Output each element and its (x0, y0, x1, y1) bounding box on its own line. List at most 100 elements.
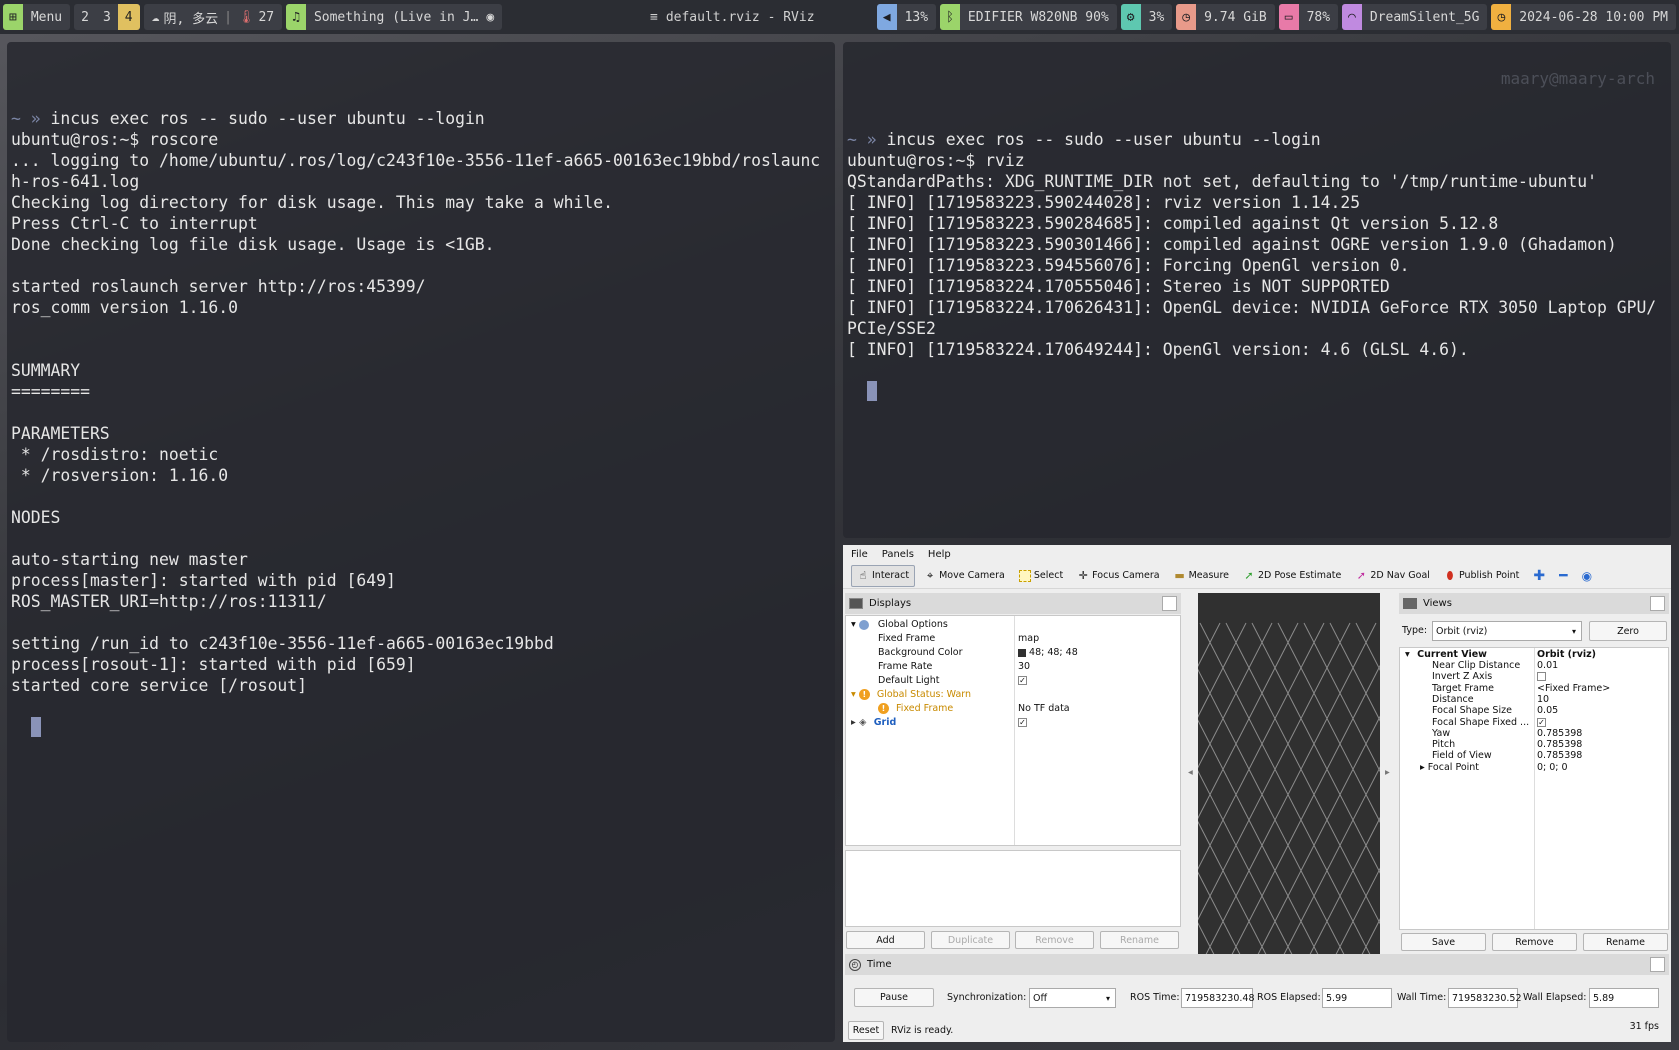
terminal-line-text: Done checking log file disk usage. Usage… (11, 235, 495, 254)
view-prop-value[interactable]: 0; 0; 0 (1537, 762, 1568, 776)
pause-circle-icon[interactable]: ◉ (486, 10, 502, 25)
green-arrow-icon: ➚ (1244, 568, 1254, 582)
rename-display-button[interactable]: Rename (1100, 931, 1179, 949)
grid-line (1198, 668, 1345, 955)
rename-view-button[interactable]: Rename (1583, 933, 1668, 951)
prompt-arrow-icon: ~ » (11, 109, 51, 128)
status-fixed-frame-row[interactable]: ! Fixed Frame (878, 703, 953, 717)
ros-elapsed-field[interactable]: 5.99 (1322, 988, 1392, 1008)
views-close-checkbox[interactable] (1650, 596, 1665, 611)
zero-view-button[interactable]: Zero (1589, 621, 1667, 641)
terminal-line-text: ROS_MASTER_URI=http://ros:11311/ (11, 592, 327, 611)
duplicate-display-button[interactable]: Duplicate (931, 931, 1010, 949)
global-status-row[interactable]: ▾ ! Global Status: Warn (851, 689, 971, 703)
remove-tool-icon[interactable]: ━ (1554, 565, 1572, 587)
left-splitter-arrow-icon[interactable]: ◂ (1188, 767, 1193, 778)
terminal-rviz[interactable]: maary@maary-arch ~ » incus exec ros -- s… (843, 42, 1671, 538)
right-splitter-arrow-icon[interactable]: ▸ (1385, 767, 1390, 778)
fixed-frame-value[interactable]: map (1018, 633, 1039, 647)
eye-icon[interactable]: ◉ (1577, 565, 1597, 587)
warning-icon: ! (858, 689, 870, 700)
tool-2d-pose-estimate[interactable]: ➚ 2D Pose Estimate (1238, 565, 1346, 587)
background-color-field[interactable]: 48; 48; 48 (1018, 647, 1078, 661)
tool-publish-point[interactable]: ⬮ Publish Point (1439, 565, 1524, 587)
default-light-checkbox[interactable]: ✓ (1018, 675, 1027, 689)
terminal-line: started core service [/rosout] (11, 675, 835, 696)
map-pin-icon: ⬮ (1446, 568, 1454, 582)
sync-select[interactable]: Off ▾ (1029, 988, 1116, 1008)
datetime-value: 2024-06-28 10:00 PM (1519, 9, 1668, 25)
global-options-row[interactable]: ▾ Global Options (851, 619, 948, 633)
terminal-line-text: process[rosout-1]: started with pid [659… (11, 655, 416, 674)
clock-widget[interactable]: ◷ 2024-06-28 10:00 PM (1491, 4, 1676, 30)
volume-widget[interactable]: ◀ 13% (876, 4, 937, 30)
terminal-line-text: setting /run_id to c243f10e-3556-11ef-a6… (11, 634, 554, 653)
rviz-toolbar: ☝ Interact ⌖ Move Camera Select ✛ Focus Cam… (843, 563, 1671, 589)
tool-focus-camera[interactable]: ✛ Focus Camera (1072, 565, 1164, 587)
collapse-arrow-icon: ▸ (851, 717, 856, 728)
cloud-icon: ☁ (151, 9, 160, 25)
terminal-line: [ INFO] [1719583223.590244028]: rviz ver… (847, 192, 1671, 213)
view-type-value: Orbit (rviz) (1436, 625, 1488, 637)
bluetooth-widget[interactable]: ᛒ EDIFIER W820NB 90% (940, 4, 1117, 30)
tool-select[interactable]: Select (1014, 565, 1068, 587)
music-note-icon: ♫ (286, 4, 306, 30)
wall-time-field[interactable]: 719583230.52 (1448, 988, 1522, 1008)
terminal-line: * /rosversion: 1.16.0 (11, 465, 835, 486)
grid-display-row[interactable]: ▸ ◈ Grid (851, 717, 896, 731)
render-viewport[interactable] (1198, 593, 1380, 955)
current-view-label: Current View (1417, 649, 1487, 660)
clock-icon: ◷ (1491, 4, 1512, 30)
views-tree: ▾ Current View Orbit (rviz) Near Clip Di… (1399, 647, 1669, 930)
terminal-line-text: NODES (11, 508, 61, 527)
background-color-value: 48; 48; 48 (1029, 647, 1078, 658)
frame-rate-value[interactable]: 30 (1018, 661, 1030, 675)
remove-view-button[interactable]: Remove (1492, 933, 1577, 951)
view-prop-label: Focal Point (1427, 761, 1480, 773)
terminal-roscore[interactable]: ~ » incus exec ros -- sudo --user ubuntu… (7, 42, 835, 1042)
terminal-line-text: [ INFO] [1719583224.170649244]: OpenGl v… (847, 340, 1469, 359)
pause-button[interactable]: Pause (854, 988, 934, 1007)
music-widget[interactable]: ♫ Something (Live in J… ◉ (286, 4, 503, 30)
grid-line (1198, 622, 1273, 769)
checkmark-icon: ✓ (1018, 676, 1027, 685)
tool-move-camera[interactable]: ⌖ Move Camera (919, 565, 1010, 587)
tool-2d-nav-goal[interactable]: ➚ 2D Nav Goal (1350, 565, 1435, 587)
tool-label: Move Camera (939, 570, 1005, 581)
view-type-select[interactable]: Orbit (rviz) ▾ (1432, 621, 1582, 641)
frame-rate-label: Frame Rate (878, 661, 933, 672)
tool-label: Interact (872, 570, 910, 581)
tool-measure[interactable]: ▬ Measure (1169, 565, 1234, 587)
expand-arrow-icon: ▾ (851, 619, 856, 630)
display-description-box (845, 850, 1181, 927)
workspace-4[interactable]: 4 (117, 4, 140, 30)
grid-enabled-checkbox[interactable]: ✓ (1018, 717, 1027, 731)
menu-file[interactable]: File (851, 549, 868, 560)
cpu-chip-icon: ⚙ (1120, 4, 1141, 30)
tool-interact[interactable]: ☝ Interact (851, 564, 916, 587)
wifi-widget[interactable]: ◠ DreamSilent_5G (1342, 4, 1488, 30)
terminal-line: [ INFO] [1719583223.590301466]: compiled… (847, 234, 1671, 255)
save-view-button[interactable]: Save (1401, 933, 1486, 951)
terminal-line: [ INFO] [1719583224.170555046]: Stereo i… (847, 276, 1671, 297)
reset-button[interactable]: Reset (848, 1021, 884, 1040)
menu-segment[interactable]: ⊞ Menu (3, 4, 71, 30)
terminal-host-watermark: maary@maary-arch (1500, 69, 1655, 88)
collapse-arrow-icon: ▸ (1420, 761, 1428, 773)
workspace-3[interactable]: 3 (96, 4, 118, 30)
add-display-button[interactable]: Add (846, 931, 925, 949)
prompt-arrow-icon: ~ » (847, 130, 887, 149)
ros-time-field[interactable]: 719583230.48 (1181, 988, 1255, 1008)
wall-elapsed-field[interactable]: 5.89 (1589, 988, 1659, 1008)
time-close-checkbox[interactable] (1650, 957, 1665, 972)
add-tool-icon[interactable]: ✚ (1528, 565, 1550, 587)
displays-close-checkbox[interactable] (1162, 596, 1177, 611)
workspace-2[interactable]: 2 (74, 4, 96, 30)
terminal-cursor (866, 381, 877, 401)
terminal-line: auto-starting new master (11, 549, 835, 570)
remove-display-button[interactable]: Remove (1015, 931, 1094, 949)
menu-panels[interactable]: Panels (882, 549, 914, 560)
menu-help[interactable]: Help (928, 549, 951, 560)
